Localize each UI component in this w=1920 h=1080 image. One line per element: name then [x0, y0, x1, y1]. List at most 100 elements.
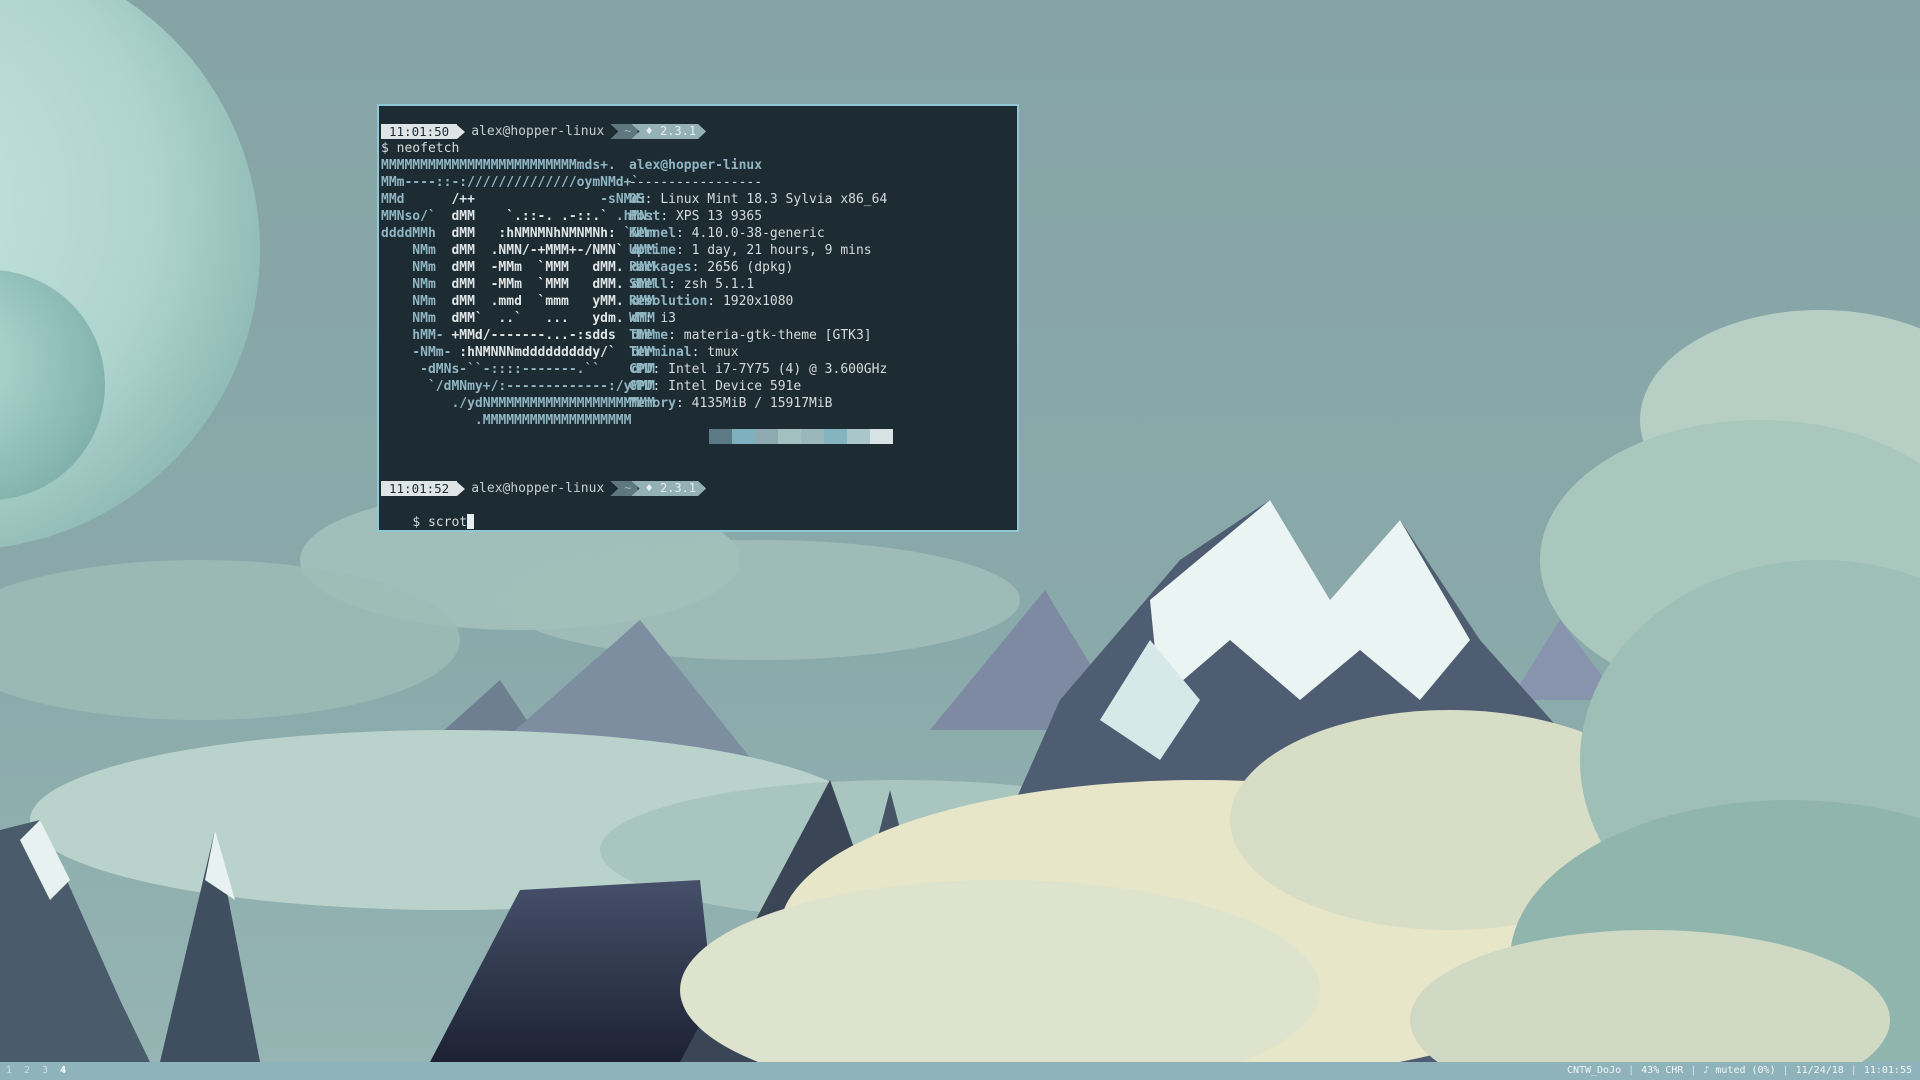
- info-key: Packages: [629, 260, 692, 275]
- logo-segment: NMm: [381, 311, 452, 326]
- info-key: Resolution: [629, 294, 708, 309]
- logo-line: -dMNs-``-::::-------.`` dMM: [381, 361, 655, 378]
- prompt-separator: [457, 124, 466, 139]
- info-value: zsh 5.1.1: [683, 277, 755, 292]
- workspace-2[interactable]: 2: [24, 1062, 30, 1080]
- logo-line: .MMMMMMMMMMMMMMMMMMM: [381, 412, 632, 429]
- logo-segment: dMM `.::-. .-::.`: [451, 209, 616, 224]
- command-line-1: $ neofetch: [381, 141, 460, 156]
- info-row: OS: Linux Mint 18.3 Sylvia x86_64: [629, 191, 887, 208]
- info-key: Theme: [629, 328, 669, 343]
- prompt-line-2: 11:01:52 alex@hopper-linux ~ ♦ 2.3.1: [381, 480, 706, 497]
- info-colon: :: [675, 226, 692, 241]
- info-colon: :: [652, 379, 669, 394]
- logo-segment: dMM .NMN/-+MMM+-/NMN`: [451, 243, 632, 258]
- prompt-version: ♦ 2.3.1: [632, 481, 707, 496]
- info-key: GPU: [629, 379, 653, 394]
- status-separator: |: [1690, 1065, 1697, 1076]
- status-separator: |: [1782, 1065, 1789, 1076]
- network-status: CNTW_DoJo: [1566, 1065, 1622, 1076]
- logo-segment: /++: [451, 192, 601, 207]
- info-key: Terminal: [629, 345, 692, 360]
- palette-swatch: [755, 429, 778, 444]
- info-colon: :: [675, 396, 692, 411]
- info-colon: :: [691, 345, 708, 360]
- prompt-user: alex@hopper-linux: [471, 481, 605, 496]
- info-value: 2656 (dpkg): [707, 260, 794, 275]
- info-row: WM: i3: [629, 310, 676, 327]
- logo-segment: MMm----::-://////////////oymNMd+`: [381, 175, 640, 190]
- logo-line: -NMm- :hNMNNNmdddddddddy/` dMM: [381, 344, 655, 361]
- workspace-1[interactable]: 1: [6, 1062, 12, 1080]
- i3-status-bar: 1234 CNTW_DoJo | 43% CHR | ♪ muted (0%) | 11/2…: [0, 1062, 1920, 1080]
- battery-status: 43% CHR: [1641, 1065, 1684, 1076]
- text-cursor: [467, 514, 475, 529]
- info-value: XPS 13 9365: [675, 209, 763, 224]
- info-colon: :: [691, 260, 708, 275]
- logo-line: MMMMMMMMMMMMMMMMMMMMMMMMMmds+.: [381, 157, 616, 174]
- info-colon: :: [675, 243, 692, 258]
- info-row: Host: XPS 13 9365: [629, 208, 762, 225]
- info-row: Theme: materia-gtk-theme [GTK3]: [629, 327, 872, 344]
- logo-segment: dMM` ..` ... ydm.: [451, 311, 632, 326]
- prompt-directory: ~: [610, 481, 638, 496]
- info-colon: :: [668, 277, 684, 292]
- workspace-4[interactable]: 4: [60, 1062, 66, 1080]
- clock-status: 11:01:55: [1863, 1065, 1912, 1076]
- terminal-window[interactable]: 11:01:50 alex@hopper-linux ~ ♦ 2.3.1 $ n…: [377, 104, 1019, 532]
- info-row: Memory: 4135MiB / 15917MiB: [629, 395, 833, 412]
- command-input[interactable]: $ scrot: [412, 515, 467, 530]
- info-row: Resolution: 1920x1080: [629, 293, 793, 310]
- info-row: Terminal: tmux: [629, 344, 739, 361]
- logo-line: hMM- +MMd/-------...-:sdds dMM: [381, 327, 655, 344]
- logo-segment: :hNMNNNmdddddddddy/`: [459, 345, 632, 360]
- info-value: 4.10.0-38-generic: [691, 226, 825, 241]
- info-row: Packages: 2656 (dpkg): [629, 259, 793, 276]
- command-line-2[interactable]: $ scrot: [381, 497, 475, 530]
- prompt-time: 11:01:52: [381, 481, 458, 496]
- info-row: Kernel: 4.10.0-38-generic: [629, 225, 825, 242]
- logo-line: MMd /++ -sNMd:: [381, 191, 647, 208]
- info-row: Uptime: 1 day, 21 hours, 9 mins: [629, 242, 872, 259]
- info-colon: :: [644, 192, 661, 207]
- info-value: 1 day, 21 hours, 9 mins: [691, 243, 872, 258]
- logo-line: MMNso/` dMM `.::-. .-::.` .hMN:: [381, 208, 655, 225]
- logo-segment: -NMm-: [381, 345, 460, 360]
- logo-segment: `/dMNmy+/:-------------:/yMMM: [381, 379, 655, 394]
- palette-swatch: [778, 429, 801, 444]
- info-key: Kernel: [629, 226, 676, 241]
- info-colon: :: [644, 311, 661, 326]
- info-value: 1920x1080: [722, 294, 794, 309]
- status-separator: |: [1850, 1065, 1857, 1076]
- prompt-directory: ~: [610, 124, 638, 139]
- status-blocks: CNTW_DoJo | 43% CHR | ♪ muted (0%) | 11/24/18 |…: [1567, 1062, 1912, 1080]
- info-row: CPU: Intel i7-7Y75 (4) @ 3.600GHz: [629, 361, 887, 378]
- info-value: Intel i7-7Y75 (4) @ 3.600GHz: [668, 362, 888, 377]
- info-value: 4135MiB / 15917MiB: [691, 396, 833, 411]
- info-separator: -----------------: [629, 175, 763, 190]
- logo-segment: NMm: [381, 243, 452, 258]
- workspace-3[interactable]: 3: [42, 1062, 48, 1080]
- info-colon: :: [660, 209, 676, 224]
- logo-segment: MMMMMMMMMMMMMMMMMMMMMMMMMmds+.: [381, 158, 616, 173]
- prompt-user: alex@hopper-linux: [471, 124, 605, 139]
- prompt-line-1: 11:01:50 alex@hopper-linux ~ ♦ 2.3.1: [381, 123, 706, 140]
- logo-segment: dMM -MMm `MMM dMM.: [451, 260, 632, 275]
- logo-segment: dMM -MMm `MMM dMM.: [451, 277, 632, 292]
- palette-swatch: [709, 429, 732, 444]
- info-key: CPU: [629, 362, 653, 377]
- palette-swatch: [847, 429, 870, 444]
- logo-segment: dMM .mmd `mmm yMM.: [451, 294, 632, 309]
- palette-swatch: [870, 429, 893, 444]
- info-key: Uptime: [629, 243, 676, 258]
- info-key: OS: [629, 192, 645, 207]
- date-status: 11/24/18: [1795, 1065, 1844, 1076]
- logo-line: ./ydNMMMMMMMMMMMMMMMMMMMMM: [381, 395, 655, 412]
- info-value: materia-gtk-theme [GTK3]: [683, 328, 872, 343]
- info-row: GPU: Intel Device 591e: [629, 378, 801, 395]
- volume-status: ♪ muted (0%): [1703, 1065, 1776, 1076]
- logo-segment: ddddMMh: [381, 226, 452, 241]
- logo-line: NMm dMM .mmd `mmm yMM. dMM: [381, 293, 655, 310]
- info-title: alex@hopper-linux: [629, 158, 763, 173]
- info-value: Intel Device 591e: [668, 379, 802, 394]
